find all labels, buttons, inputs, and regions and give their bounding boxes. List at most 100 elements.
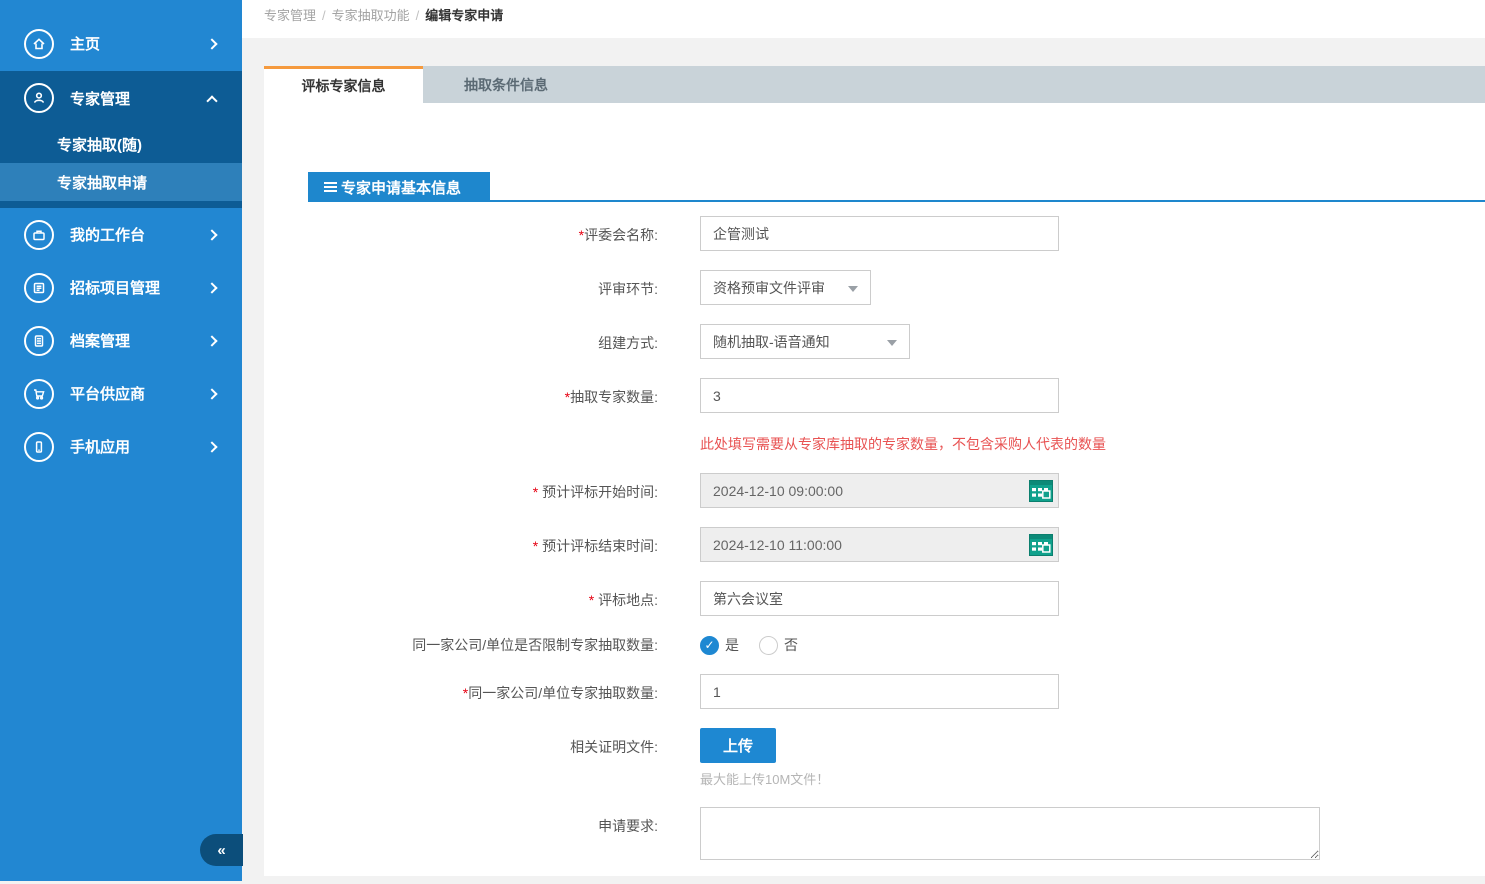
form-row: *评委会名称: xyxy=(264,216,1485,251)
breadcrumb-item[interactable]: 专家管理 xyxy=(264,8,316,23)
form-row: 相关证明文件: 上传 最大能上传10M文件！ xyxy=(264,728,1485,788)
archives-icon xyxy=(24,326,54,356)
sidebar-item-bid-projects[interactable]: 招标项目管理 xyxy=(0,261,242,314)
projects-icon xyxy=(24,273,54,303)
tab-expert-info[interactable]: 评标专家信息 xyxy=(264,66,423,103)
sidebar-item-workbench[interactable]: 我的工作台 xyxy=(0,208,242,261)
chevron-right-icon xyxy=(206,229,217,240)
sidebar-subitem-label: 专家抽取(随) xyxy=(57,134,142,155)
sidebar-item-expert-management[interactable]: 专家管理 xyxy=(0,71,242,125)
tab-extraction-conditions[interactable]: 抽取条件信息 xyxy=(423,66,589,103)
committee-name-input[interactable] xyxy=(700,216,1059,251)
form-row: 评审环节: 资格预审文件评审 xyxy=(264,270,1485,305)
form-row: 同一家公司/单位是否限制专家抽取数量: ✓ 是 否 xyxy=(264,635,1485,655)
form-row: 组建方式: 随机抽取-语音通知 xyxy=(264,324,1485,359)
field-label: *抽取专家数量: xyxy=(264,378,658,413)
selected-value: 资格预审文件评审 xyxy=(713,278,825,298)
requirements-textarea[interactable] xyxy=(700,807,1320,860)
sidebar-collapse-button[interactable]: « xyxy=(200,834,243,866)
sidebar: 主页 专家管理 专家抽取(随) 专家抽取申请 我的工作台 xyxy=(0,0,242,881)
content-panel: 评标专家信息 抽取条件信息 专家申请基本信息 *评委会名称: 评审环节: 资格预… xyxy=(264,66,1485,876)
start-time-picker[interactable]: 2024-12-10 09:00:00 xyxy=(700,473,1059,508)
radio-unchecked-icon xyxy=(759,636,778,655)
section-title: 专家申请基本信息 xyxy=(308,172,490,202)
breadcrumb-current: 编辑专家申请 xyxy=(425,8,503,23)
radio-checked-icon: ✓ xyxy=(700,636,719,655)
sidebar-item-label: 档案管理 xyxy=(70,330,208,351)
tab-bar: 评标专家信息 抽取条件信息 xyxy=(264,66,1485,103)
field-label: * 预计评标结束时间: xyxy=(264,527,658,562)
field-label: *同一家公司/单位专家抽取数量: xyxy=(264,674,658,709)
collapse-icon: « xyxy=(217,842,225,859)
sidebar-item-label: 手机应用 xyxy=(70,436,208,457)
field-label: 同一家公司/单位是否限制专家抽取数量: xyxy=(264,635,658,655)
radio-option-yes[interactable]: ✓ 是 xyxy=(700,635,739,655)
end-time-picker[interactable]: 2024-12-10 11:00:00 xyxy=(700,527,1059,562)
sidebar-item-mobile-app[interactable]: 手机应用 xyxy=(0,420,242,473)
tab-label: 评标专家信息 xyxy=(302,76,386,96)
form-row: *抽取专家数量: xyxy=(264,378,1485,413)
sidebar-item-archives[interactable]: 档案管理 xyxy=(0,314,242,367)
home-icon xyxy=(24,29,54,59)
chevron-up-icon xyxy=(206,95,217,106)
field-label: * 预计评标开始时间: xyxy=(264,473,658,508)
selected-value: 随机抽取-语音通知 xyxy=(713,332,830,352)
sidebar-subitem-expert-extraction[interactable]: 专家抽取(随) xyxy=(0,125,242,163)
radio-option-no[interactable]: 否 xyxy=(759,635,798,655)
tab-label: 抽取条件信息 xyxy=(464,75,548,95)
breadcrumb-separator: / xyxy=(322,8,326,23)
workbench-icon xyxy=(24,220,54,250)
section-divider xyxy=(308,200,1485,202)
sidebar-group-experts: 专家管理 专家抽取(随) 专家抽取申请 xyxy=(0,71,242,208)
breadcrumb-separator: / xyxy=(416,8,420,23)
sidebar-subitem-extraction-application[interactable]: 专家抽取申请 xyxy=(0,163,242,201)
calendar-icon[interactable] xyxy=(1029,534,1053,556)
formation-method-select[interactable]: 随机抽取-语音通知 xyxy=(700,324,910,359)
chevron-right-icon xyxy=(206,282,217,293)
caret-down-icon xyxy=(848,286,858,292)
sidebar-item-label: 招标项目管理 xyxy=(70,277,208,298)
breadcrumb: 专家管理 / 专家抽取功能 / 编辑专家申请 xyxy=(242,0,1485,38)
sidebar-item-label: 平台供应商 xyxy=(70,383,208,404)
form-row: 此处填写需要从专家库抽取的专家数量，不包含采购人代表的数量 xyxy=(264,432,1485,454)
sidebar-item-suppliers[interactable]: 平台供应商 xyxy=(0,367,242,420)
upload-size-hint: 最大能上传10M文件！ xyxy=(700,769,829,788)
expert-count-hint: 此处填写需要从专家库抽取的专家数量，不包含采购人代表的数量 xyxy=(700,432,1106,454)
field-label: 相关证明文件: xyxy=(264,728,658,788)
field-label: 评审环节: xyxy=(264,270,658,305)
experts-icon xyxy=(24,83,54,113)
sidebar-item-label: 主页 xyxy=(70,33,208,54)
sidebar-item-label: 专家管理 xyxy=(70,88,208,109)
location-input[interactable] xyxy=(700,581,1059,616)
field-label: 组建方式: xyxy=(264,324,658,359)
mobile-icon xyxy=(24,432,54,462)
form-row: * 预计评标结束时间: 2024-12-10 11:00:00 xyxy=(264,527,1485,562)
sidebar-subitem-label: 专家抽取申请 xyxy=(57,172,147,193)
upload-button[interactable]: 上传 xyxy=(700,728,776,763)
calendar-icon[interactable] xyxy=(1029,480,1053,502)
limit-radio-group: ✓ 是 否 xyxy=(700,635,818,655)
form-row: 申请要求: xyxy=(264,807,1485,865)
field-label: *评委会名称: xyxy=(264,216,658,251)
field-label: 申请要求: xyxy=(264,807,658,865)
sidebar-item-label: 我的工作台 xyxy=(70,224,208,245)
expert-count-input[interactable] xyxy=(700,378,1059,413)
field-label: * 评标地点: xyxy=(264,581,658,616)
form-row: * 预计评标开始时间: 2024-12-10 09:00:00 xyxy=(264,473,1485,508)
chevron-right-icon xyxy=(206,441,217,452)
date-value: 2024-12-10 11:00:00 xyxy=(713,537,842,553)
sidebar-item-home[interactable]: 主页 xyxy=(0,17,242,70)
form-row: *同一家公司/单位专家抽取数量: xyxy=(264,674,1485,709)
chevron-right-icon xyxy=(206,335,217,346)
chevron-right-icon xyxy=(206,388,217,399)
breadcrumb-item[interactable]: 专家抽取功能 xyxy=(332,8,410,23)
list-icon xyxy=(324,180,337,194)
review-stage-select[interactable]: 资格预审文件评审 xyxy=(700,270,871,305)
caret-down-icon xyxy=(887,340,897,346)
form-row: * 评标地点: xyxy=(264,581,1485,616)
suppliers-icon xyxy=(24,379,54,409)
expert-application-form: *评委会名称: 评审环节: 资格预审文件评审 组建方式: 随机抽取-语音通知 xyxy=(264,216,1485,884)
same-company-count-input[interactable] xyxy=(700,674,1059,709)
chevron-right-icon xyxy=(206,38,217,49)
date-value: 2024-12-10 09:00:00 xyxy=(713,483,843,499)
